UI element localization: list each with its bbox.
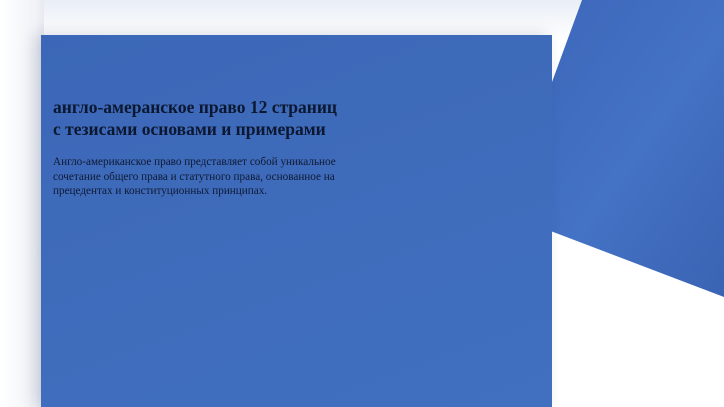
main-content-card (41, 35, 552, 407)
slide-canvas: англо-амеранское право 12 страниц с тези… (0, 0, 724, 407)
page-title: англо-амеранское право 12 страниц с тези… (53, 97, 338, 139)
page-description: Англо-американское право представляет со… (53, 156, 336, 197)
text-block: англо-амеранское право 12 страниц с тези… (53, 96, 383, 199)
